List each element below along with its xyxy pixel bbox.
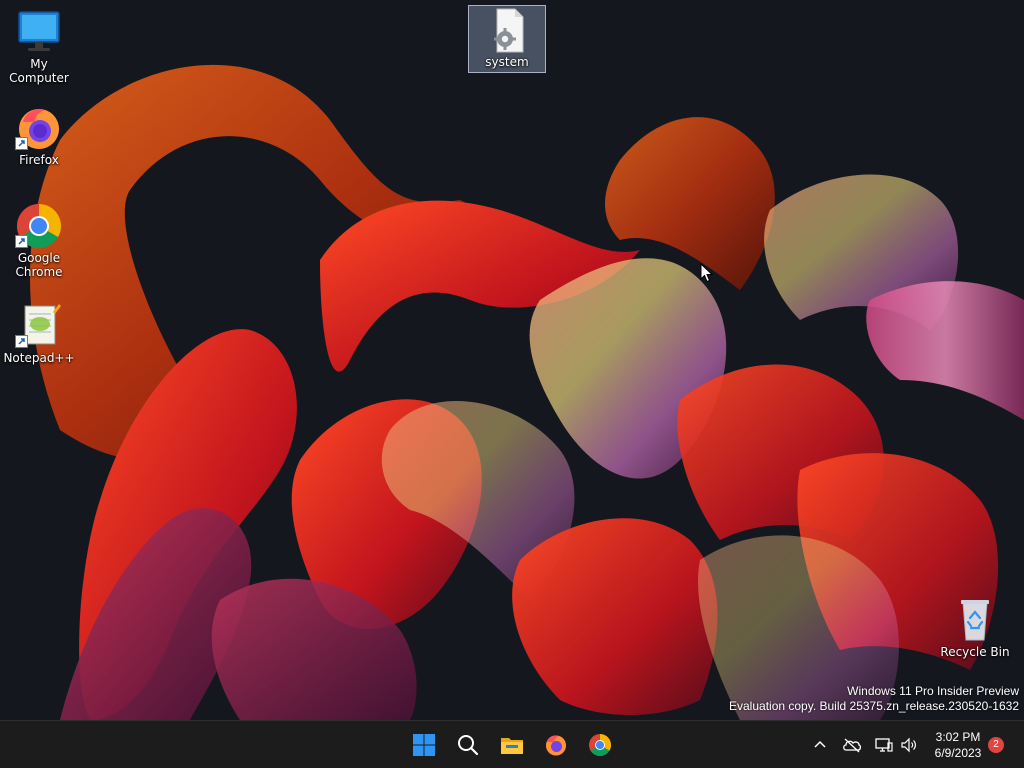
recycle-bin-icon	[951, 596, 999, 644]
monitor-icon	[15, 8, 63, 56]
chrome-taskbar-button[interactable]	[582, 727, 618, 763]
desktop-icon-label: Firefox	[19, 153, 59, 167]
search-button[interactable]	[450, 727, 486, 763]
taskbar-clock[interactable]: 3:02 PM 6/9/2023	[928, 729, 988, 761]
chrome-icon	[15, 202, 63, 250]
shortcut-arrow-icon	[15, 335, 28, 348]
desktop-icon-recycle-bin[interactable]: Recycle Bin	[937, 596, 1013, 659]
chevron-up-icon[interactable]	[812, 735, 828, 755]
file-explorer-button[interactable]	[494, 727, 530, 763]
notepadpp-icon	[15, 302, 63, 350]
clock-date: 6/9/2023	[934, 746, 982, 760]
onedrive-offline-icon[interactable]	[842, 735, 862, 755]
desktop-icon-label: system	[485, 55, 529, 69]
wallpaper	[0, 0, 1024, 720]
desktop-icon-notepad-plus-plus[interactable]: Notepad++	[1, 302, 77, 365]
windows-logo-icon	[413, 734, 435, 756]
network-icon[interactable]	[874, 735, 894, 755]
desktop-icon-label: Recycle Bin	[940, 645, 1010, 659]
desktop-icon-label: Google Chrome	[15, 251, 63, 279]
watermark-build: Evaluation copy. Build 25375.zn_release.…	[729, 699, 1019, 713]
desktop-icon-label: Notepad++	[3, 351, 75, 365]
desktop-icon-firefox[interactable]: Firefox	[1, 104, 77, 167]
desktop-icon-google-chrome[interactable]: Google Chrome	[1, 202, 77, 279]
shortcut-arrow-icon	[15, 137, 28, 150]
watermark-edition: Windows 11 Pro Insider Preview	[847, 684, 1019, 698]
folder-icon	[501, 738, 523, 754]
firefox-icon	[546, 735, 566, 756]
windows-watermark: Windows 11 Pro Insider Preview Evaluatio…	[729, 684, 1019, 714]
volume-icon[interactable]	[899, 735, 919, 755]
desktop-icon-system-file[interactable]: system	[468, 5, 546, 73]
desktop-icon-my-computer[interactable]: My Computer	[1, 8, 77, 85]
firefox-taskbar-button[interactable]	[538, 727, 574, 763]
clock-time: 3:02 PM	[935, 730, 981, 744]
desktop[interactable]: My Computer Firefox Google Chrome Notepa…	[0, 0, 1024, 720]
notification-badge[interactable]: 2	[988, 737, 1004, 753]
chrome-icon	[589, 734, 611, 756]
taskbar[interactable]: 3:02 PM 6/9/2023 2	[0, 720, 1024, 768]
shortcut-arrow-icon	[15, 235, 28, 248]
search-icon	[458, 735, 479, 756]
firefox-icon	[15, 104, 63, 152]
settings-file-icon	[483, 6, 531, 54]
start-button[interactable]	[406, 727, 442, 763]
mouse-cursor-icon	[700, 263, 714, 283]
desktop-icon-label: My Computer	[9, 57, 69, 85]
